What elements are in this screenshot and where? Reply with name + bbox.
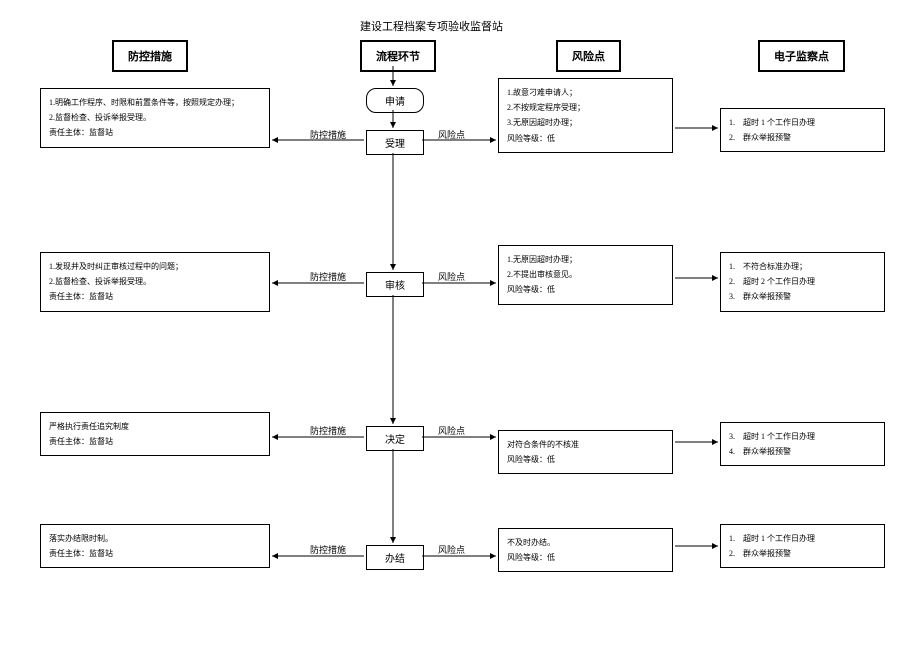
text-line: 2. 群众举报预警 (729, 546, 876, 561)
header-risk: 风险点 (556, 40, 621, 72)
text-line: 落实办结限时制。 (49, 531, 261, 546)
text-line: 4. 群众举报预警 (729, 444, 876, 459)
monitor-box-3: 3. 超时 1 个工作日办理 4. 群众举报预警 (720, 422, 885, 466)
header-monitor: 电子监察点 (758, 40, 845, 72)
text-line: 风险等级：低 (507, 452, 664, 467)
risk-box-3: 对符合条件的不核准 风险等级：低 (498, 430, 673, 474)
text-line: 严格执行责任追究制度 (49, 419, 261, 434)
text-line: 2.不提出审核意见。 (507, 267, 664, 282)
header-control: 防控措施 (112, 40, 188, 72)
node-review: 审核 (366, 272, 424, 297)
text-line: 责任主体：监督站 (49, 546, 261, 561)
text-line: 1. 超时 1 个工作日办理 (729, 115, 876, 130)
risk-box-1: 1.故意刁难申请人； 2.不按规定程序受理； 3.无原因超时办理； 风险等级：低 (498, 78, 673, 153)
text-line: 2. 群众举报预警 (729, 130, 876, 145)
text-line: 3. 群众举报预警 (729, 289, 876, 304)
text-line: 1. 不符合标准办理； (729, 259, 876, 274)
control-box-1: 1.明确工作程序、时限和前置条件等，按照规定办理； 2.监督检查、投诉举报受理。… (40, 88, 270, 148)
text-line: 风险等级：低 (507, 282, 664, 297)
node-apply: 申请 (366, 88, 424, 113)
label-control-1: 防控措施 (310, 128, 346, 141)
text-line: 3.无原因超时办理； (507, 115, 664, 130)
node-decide: 决定 (366, 426, 424, 451)
label-control-2: 防控措施 (310, 270, 346, 283)
monitor-box-2: 1. 不符合标准办理； 2. 超时 2 个工作日办理 3. 群众举报预警 (720, 252, 885, 312)
control-box-2: 1.发现并及时纠正审核过程中的问题； 2.监督检查、投诉举报受理。 责任主体：监… (40, 252, 270, 312)
control-box-3: 严格执行责任追究制度 责任主体：监督站 (40, 412, 270, 456)
text-line: 责任主体：监督站 (49, 125, 261, 140)
text-line: 2.监督检查、投诉举报受理。 (49, 110, 261, 125)
text-line: 2.不按规定程序受理； (507, 100, 664, 115)
text-line: 风险等级：低 (507, 131, 664, 146)
text-line: 责任主体：监督站 (49, 434, 261, 449)
text-line: 2. 超时 2 个工作日办理 (729, 274, 876, 289)
diagram-title: 建设工程档案专项验收监督站 (360, 18, 503, 34)
label-risk-2: 风险点 (438, 270, 465, 283)
text-line: 风险等级：低 (507, 550, 664, 565)
control-box-4: 落实办结限时制。 责任主体：监督站 (40, 524, 270, 568)
text-line: 1. 超时 1 个工作日办理 (729, 531, 876, 546)
node-accept: 受理 (366, 130, 424, 155)
header-process: 流程环节 (360, 40, 436, 72)
label-risk-3: 风险点 (438, 424, 465, 437)
text-line: 1.无原因超时办理； (507, 252, 664, 267)
monitor-box-1: 1. 超时 1 个工作日办理 2. 群众举报预警 (720, 108, 885, 152)
text-line: 1.发现并及时纠正审核过程中的问题； (49, 259, 261, 274)
label-risk-1: 风险点 (438, 128, 465, 141)
text-line: 1.明确工作程序、时限和前置条件等，按照规定办理； (49, 95, 261, 110)
text-line: 责任主体：监督站 (49, 289, 261, 304)
risk-box-2: 1.无原因超时办理； 2.不提出审核意见。 风险等级：低 (498, 245, 673, 305)
label-risk-4: 风险点 (438, 543, 465, 556)
text-line: 对符合条件的不核准 (507, 437, 664, 452)
text-line: 3. 超时 1 个工作日办理 (729, 429, 876, 444)
risk-box-4: 不及时办结。 风险等级：低 (498, 528, 673, 572)
text-line: 1.故意刁难申请人； (507, 85, 664, 100)
text-line: 不及时办结。 (507, 535, 664, 550)
label-control-4: 防控措施 (310, 543, 346, 556)
label-control-3: 防控措施 (310, 424, 346, 437)
text-line: 2.监督检查、投诉举报受理。 (49, 274, 261, 289)
monitor-box-4: 1. 超时 1 个工作日办理 2. 群众举报预警 (720, 524, 885, 568)
node-complete: 办结 (366, 545, 424, 570)
